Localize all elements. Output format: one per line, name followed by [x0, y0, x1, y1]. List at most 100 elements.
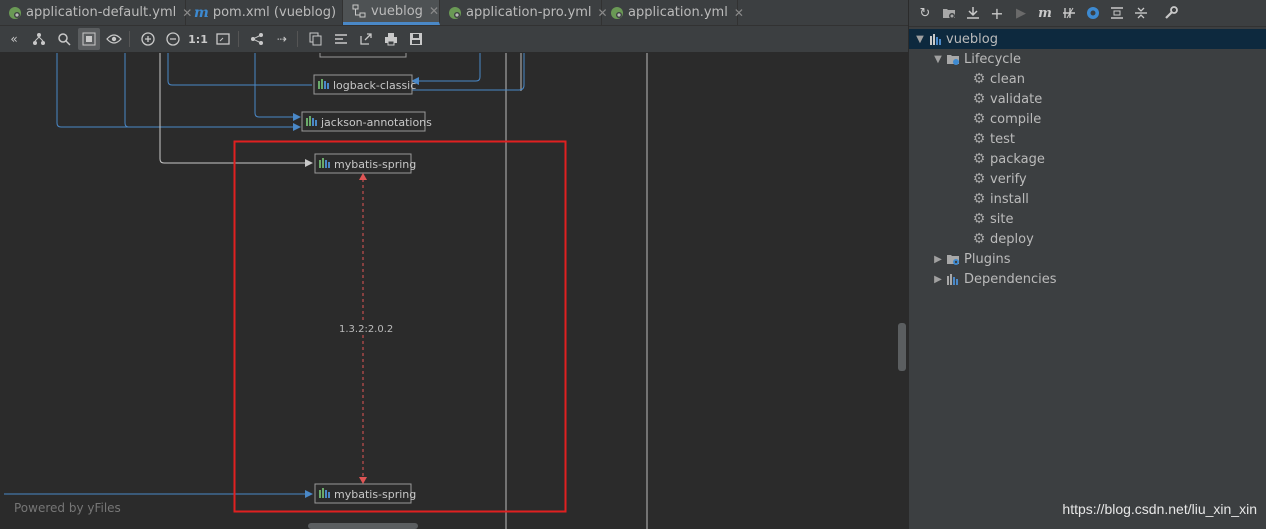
tree-item-dependencies[interactable]: ▶ Dependencies — [909, 269, 1266, 289]
route-edges-icon[interactable]: ⇢ — [271, 28, 293, 50]
gear-icon: ⚙ — [972, 131, 986, 147]
vertical-scrollbar[interactable] — [898, 323, 906, 371]
tab-label: vueblog — [370, 3, 423, 19]
gear-icon: ⚙ — [972, 231, 986, 247]
editor-tab-bar: application-default.yml ✕ m pom.xml (vue… — [0, 0, 908, 26]
node-label: logback-classic — [333, 79, 416, 92]
zoom-fit-icon[interactable] — [53, 28, 75, 50]
hierarchy-layout-icon[interactable] — [28, 28, 50, 50]
dependency-graph: logback-classic jackson-annotations myba… — [4, 53, 648, 529]
spring-leaf-icon — [448, 5, 462, 21]
tree-item-label: install — [990, 191, 1029, 207]
node-logback-classic[interactable]: logback-classic — [313, 74, 416, 95]
zoom-out-icon[interactable] — [162, 28, 184, 50]
tree-item-label: Lifecycle — [964, 51, 1022, 67]
gear-icon: ⚙ — [972, 211, 986, 227]
tree-item-vueblog[interactable]: ▼ vueblog — [909, 29, 1266, 49]
tree-item-label: verify — [990, 171, 1027, 187]
tab-pom-xml[interactable]: m pom.xml (vueblog) ✕ — [186, 0, 352, 25]
chevron-down-icon[interactable]: ▼ — [913, 34, 927, 45]
tab-vueblog-diagram[interactable]: vueblog ✕ — [343, 0, 440, 25]
horizontal-scrollbar[interactable] — [308, 523, 418, 529]
tab-label: application-default.yml — [26, 5, 177, 20]
maven-project-tree: ▼ vueblog ▼ Lifecycle ⚙ clean ⚙ validate… — [909, 27, 1266, 289]
copy-icon[interactable] — [305, 28, 327, 50]
reload-icon[interactable]: ↻ — [915, 3, 935, 23]
eye-icon[interactable] — [103, 28, 125, 50]
dependency-edges — [4, 53, 525, 498]
plugins-folder-icon — [945, 251, 961, 267]
toolbar-divider — [297, 31, 298, 47]
tree-item-goal-verify[interactable]: ⚙ verify — [909, 169, 1266, 189]
layout-settings-icon[interactable] — [330, 28, 352, 50]
wrench-icon[interactable] — [1161, 3, 1181, 23]
lifecycle-folder-icon — [945, 51, 961, 67]
tree-item-goal-validate[interactable]: ⚙ validate — [909, 89, 1266, 109]
tab-label: application-pro.yml — [466, 5, 592, 20]
run-icon[interactable]: ▶ — [1011, 3, 1031, 23]
node-label: mybatis-spring — [334, 158, 416, 171]
source-url-caption: https://blog.csdn.net/liu_xin_xin — [1062, 501, 1257, 517]
tree-item-goal-site[interactable]: ⚙ site — [909, 209, 1266, 229]
tree-item-goal-test[interactable]: ⚙ test — [909, 129, 1266, 149]
tree-item-label: test — [990, 131, 1015, 147]
close-icon[interactable]: ✕ — [734, 6, 744, 20]
diagram-toolbar: « 1:1 ⇢ — [0, 26, 908, 53]
tree-item-label: compile — [990, 111, 1042, 127]
maven-m-icon: m — [194, 4, 209, 21]
tab-application-yml[interactable]: application.yml ✕ — [602, 0, 744, 25]
tree-item-label: validate — [990, 91, 1043, 107]
arrow-up-icon — [359, 173, 367, 180]
maven-tool-window: ↻ + ▶ m ▼ vueblog ▼ Lifecycle ⚙ clean ⚙ … — [908, 0, 1266, 529]
tree-item-goal-deploy[interactable]: ⚙ deploy — [909, 229, 1266, 249]
tree-item-label: clean — [990, 71, 1025, 87]
zoom-in-icon[interactable] — [137, 28, 159, 50]
share-icon[interactable] — [246, 28, 268, 50]
tree-item-label: vueblog — [946, 31, 998, 47]
node-jackson-annotations[interactable]: jackson-annotations — [301, 111, 432, 132]
collapse-all-icon[interactable] — [1131, 3, 1151, 23]
tab-label: pom.xml (vueblog) — [212, 5, 337, 20]
dependency-diagram-canvas[interactable]: logback-classic jackson-annotations myba… — [0, 53, 908, 529]
tree-item-goal-clean[interactable]: ⚙ clean — [909, 69, 1266, 89]
arrow-down-icon — [359, 477, 367, 484]
spring-leaf-icon — [8, 5, 22, 21]
tree-item-label: package — [990, 151, 1045, 167]
tree-item-goal-compile[interactable]: ⚙ compile — [909, 109, 1266, 129]
node-mybatis-spring-bottom[interactable]: mybatis-spring — [314, 483, 416, 504]
offline-mode-icon[interactable] — [1083, 3, 1103, 23]
dependencies-folder-icon — [945, 271, 961, 287]
chevron-right-icon[interactable]: ▶ — [931, 274, 945, 285]
spring-leaf-icon — [610, 5, 624, 21]
tree-item-label: site — [990, 211, 1014, 227]
add-icon[interactable]: + — [987, 3, 1007, 23]
download-icon[interactable] — [963, 3, 983, 23]
show-dependencies-icon[interactable] — [1107, 3, 1127, 23]
gear-icon: ⚙ — [972, 71, 986, 87]
fit-content-icon[interactable] — [212, 28, 234, 50]
export-icon[interactable] — [355, 28, 377, 50]
actual-size-button[interactable]: 1:1 — [187, 28, 209, 50]
skip-tests-icon[interactable] — [1059, 3, 1079, 23]
tab-application-pro-yml[interactable]: application-pro.yml ✕ — [440, 0, 608, 25]
gear-icon: ⚙ — [972, 151, 986, 167]
tree-item-plugins[interactable]: ▶ Plugins — [909, 249, 1266, 269]
toolbar-divider — [238, 31, 239, 47]
tree-item-lifecycle[interactable]: ▼ Lifecycle — [909, 49, 1266, 69]
gear-icon: ⚙ — [972, 191, 986, 207]
collapse-icon[interactable]: « — [3, 28, 25, 50]
print-icon[interactable] — [380, 28, 402, 50]
grid-icon[interactable] — [78, 28, 100, 50]
tree-item-goal-install[interactable]: ⚙ install — [909, 189, 1266, 209]
maven-goal-icon[interactable]: m — [1035, 3, 1055, 23]
save-icon[interactable] — [405, 28, 427, 50]
chevron-right-icon[interactable]: ▶ — [931, 254, 945, 265]
tree-item-label: deploy — [990, 231, 1034, 247]
node-mybatis-spring-top[interactable]: mybatis-spring — [314, 153, 416, 174]
tree-item-goal-package[interactable]: ⚙ package — [909, 149, 1266, 169]
tree-item-label: Plugins — [964, 251, 1011, 267]
chevron-down-icon[interactable]: ▼ — [931, 54, 945, 65]
tab-application-default-yml[interactable]: application-default.yml ✕ — [0, 0, 192, 25]
close-icon[interactable]: ✕ — [429, 4, 439, 18]
generate-sources-icon[interactable] — [939, 3, 959, 23]
